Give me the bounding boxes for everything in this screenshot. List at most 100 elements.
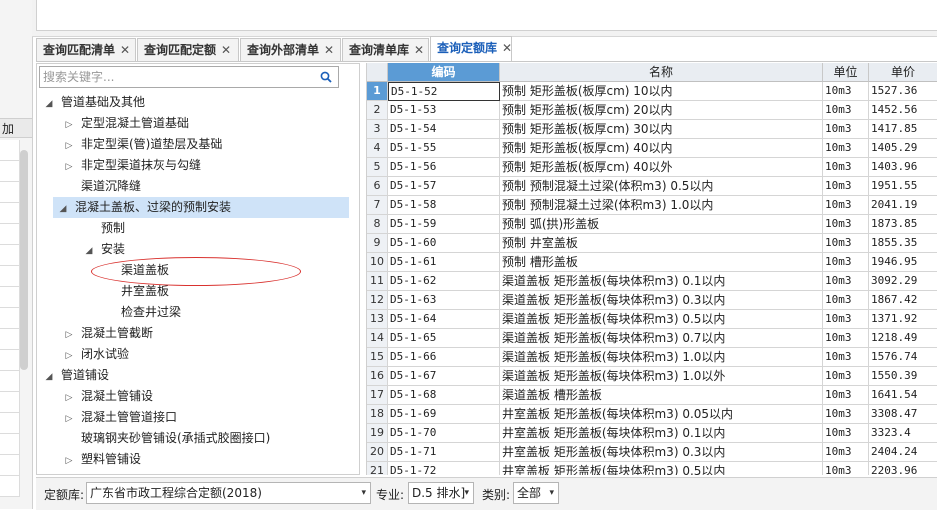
code-cell[interactable]: D5-1-52 <box>388 82 500 101</box>
left-panel-cell[interactable] <box>0 329 20 350</box>
search-icon[interactable] <box>320 71 332 83</box>
name-cell[interactable]: 井室盖板 矩形盖板(每块体积m3) 0.5以内 <box>500 462 823 475</box>
code-cell[interactable]: D5-1-69 <box>388 405 500 424</box>
column-header[interactable]: 单位 <box>823 63 869 82</box>
table-row[interactable]: 10 D5-1-61 预制 槽形盖板 10m3 1946.95 <box>367 253 937 272</box>
left-panel-cell[interactable] <box>0 476 20 497</box>
close-icon[interactable]: ✕ <box>324 43 334 57</box>
name-cell[interactable]: 渠道盖板 矩形盖板(每块体积m3) 1.0以外 <box>500 367 823 386</box>
unit-cell[interactable]: 10m3 <box>823 177 869 196</box>
tree-item[interactable]: ◢ 安装 <box>83 239 125 260</box>
tree-item[interactable]: 预制 <box>83 218 125 239</box>
left-panel-cell[interactable] <box>0 350 20 371</box>
price-cell[interactable]: 3308.47 <box>869 405 937 424</box>
expanded-arrow-icon[interactable]: ◢ <box>43 367 55 388</box>
tree-item[interactable]: ▷ 定型混凝土管道基础 <box>63 113 189 134</box>
name-cell[interactable]: 预制 矩形盖板(板厚cm) 40以外 <box>500 158 823 177</box>
name-cell[interactable]: 预制 矩形盖板(板厚cm) 10以内 <box>500 82 823 101</box>
code-cell[interactable]: D5-1-53 <box>388 101 500 120</box>
table-row[interactable]: 5 D5-1-56 预制 矩形盖板(板厚cm) 40以外 10m3 1403.96 <box>367 158 937 177</box>
left-panel-cell[interactable] <box>0 434 20 455</box>
name-cell[interactable]: 预制 矩形盖板(板厚cm) 30以内 <box>500 120 823 139</box>
left-panel-cell[interactable] <box>0 455 20 476</box>
price-cell[interactable]: 1371.92 <box>869 310 937 329</box>
quota-library-select[interactable]: 广东省市政工程综合定额(2018) ▾ <box>86 482 371 504</box>
code-cell[interactable]: D5-1-54 <box>388 120 500 139</box>
table-row[interactable]: 16 D5-1-67 渠道盖板 矩形盖板(每块体积m3) 1.0以外 10m3 1550… <box>367 367 937 386</box>
name-cell[interactable]: 预制 弧(拱)形盖板 <box>500 215 823 234</box>
code-cell[interactable]: D5-1-59 <box>388 215 500 234</box>
tab-3[interactable]: 查询外部清单 ✕ <box>240 38 341 61</box>
table-row[interactable]: 1 D5-1-52 预制 矩形盖板(板厚cm) 10以内 10m3 1527.36 <box>367 82 937 101</box>
price-cell[interactable]: 1218.49 <box>869 329 937 348</box>
close-icon[interactable]: ✕ <box>502 41 512 55</box>
price-cell[interactable]: 1946.95 <box>869 253 937 272</box>
collapsed-arrow-icon[interactable]: ▷ <box>63 409 75 430</box>
name-cell[interactable]: 井室盖板 矩形盖板(每块体积m3) 0.1以内 <box>500 424 823 443</box>
code-cell[interactable]: D5-1-71 <box>388 443 500 462</box>
price-cell[interactable]: 2203.96 <box>869 462 937 475</box>
collapsed-arrow-icon[interactable]: ▷ <box>63 136 75 157</box>
unit-cell[interactable]: 10m3 <box>823 443 869 462</box>
tree-item[interactable]: 渠道沉降缝 <box>63 176 141 197</box>
table-row[interactable]: 7 D5-1-58 预制 预制混凝土过梁(体积m3) 1.0以内 10m3 2041.1… <box>367 196 937 215</box>
price-cell[interactable]: 1452.56 <box>869 101 937 120</box>
price-cell[interactable]: 1403.96 <box>869 158 937 177</box>
close-icon[interactable]: ✕ <box>120 43 130 57</box>
name-cell[interactable]: 渠道盖板 槽形盖板 <box>500 386 823 405</box>
left-panel-cell[interactable] <box>0 413 20 434</box>
left-panel-cell[interactable] <box>0 371 20 392</box>
table-row[interactable]: 6 D5-1-57 预制 预制混凝土过梁(体积m3) 0.5以内 10m3 1951.5… <box>367 177 937 196</box>
left-panel-cell[interactable] <box>0 266 20 287</box>
code-cell[interactable]: D5-1-61 <box>388 253 500 272</box>
unit-cell[interactable]: 10m3 <box>823 234 869 253</box>
unit-cell[interactable]: 10m3 <box>823 196 869 215</box>
collapsed-arrow-icon[interactable]: ▷ <box>63 388 75 409</box>
unit-cell[interactable]: 10m3 <box>823 310 869 329</box>
unit-cell[interactable]: 10m3 <box>823 120 869 139</box>
table-row[interactable]: 13 D5-1-64 渠道盖板 矩形盖板(每块体积m3) 0.5以内 10m3 1371… <box>367 310 937 329</box>
table-row[interactable]: 21 D5-1-72 井室盖板 矩形盖板(每块体积m3) 0.5以内 10m3 2203… <box>367 462 937 475</box>
tree-item[interactable]: 玻璃钢夹砂管铺设(承插式胶圈接口) <box>63 428 270 449</box>
code-cell[interactable]: D5-1-72 <box>388 462 500 475</box>
price-cell[interactable]: 1527.36 <box>869 82 937 101</box>
unit-cell[interactable]: 10m3 <box>823 291 869 310</box>
unit-cell[interactable]: 10m3 <box>823 272 869 291</box>
name-cell[interactable]: 预制 井室盖板 <box>500 234 823 253</box>
close-icon[interactable]: ✕ <box>414 43 424 57</box>
name-cell[interactable]: 渠道盖板 矩形盖板(每块体积m3) 0.7以内 <box>500 329 823 348</box>
column-header[interactable]: 单价 <box>869 63 937 82</box>
collapsed-arrow-icon[interactable]: ▷ <box>63 451 75 472</box>
price-cell[interactable]: 1641.54 <box>869 386 937 405</box>
price-cell[interactable]: 2404.24 <box>869 443 937 462</box>
tab-4[interactable]: 查询清单库 ✕ <box>342 38 429 61</box>
table-row[interactable]: 4 D5-1-55 预制 矩形盖板(板厚cm) 40以内 10m3 1405.29 <box>367 139 937 158</box>
name-cell[interactable]: 井室盖板 矩形盖板(每块体积m3) 0.05以内 <box>500 405 823 424</box>
price-cell[interactable]: 1405.29 <box>869 139 937 158</box>
left-panel-cell[interactable] <box>0 161 20 182</box>
code-cell[interactable]: D5-1-64 <box>388 310 500 329</box>
table-row[interactable]: 12 D5-1-63 渠道盖板 矩形盖板(每块体积m3) 0.3以内 10m3 1867… <box>367 291 937 310</box>
tab-2[interactable]: 查询匹配定额 ✕ <box>137 38 239 61</box>
major-select[interactable]: D.5 排水] ▾ <box>408 482 474 504</box>
tab-1[interactable]: 查询匹配清单 ✕ <box>36 38 136 61</box>
name-cell[interactable]: 预制 预制混凝土过梁(体积m3) 0.5以内 <box>500 177 823 196</box>
search-input[interactable] <box>43 69 313 85</box>
name-cell[interactable]: 预制 矩形盖板(板厚cm) 40以内 <box>500 139 823 158</box>
price-cell[interactable]: 1855.35 <box>869 234 937 253</box>
left-panel-cell[interactable] <box>0 224 20 245</box>
code-cell[interactable]: D5-1-67 <box>388 367 500 386</box>
unit-cell[interactable]: 10m3 <box>823 424 869 443</box>
table-row[interactable]: 9 D5-1-60 预制 井室盖板 10m3 1855.35 <box>367 234 937 253</box>
column-header[interactable]: 名称 <box>500 63 823 82</box>
price-cell[interactable]: 1417.85 <box>869 120 937 139</box>
table-row[interactable]: 19 D5-1-70 井室盖板 矩形盖板(每块体积m3) 0.1以内 10m3 3323… <box>367 424 937 443</box>
name-cell[interactable]: 渠道盖板 矩形盖板(每块体积m3) 0.3以内 <box>500 291 823 310</box>
unit-cell[interactable]: 10m3 <box>823 158 869 177</box>
unit-cell[interactable]: 10m3 <box>823 82 869 101</box>
close-icon[interactable]: ✕ <box>221 43 231 57</box>
left-panel-cell[interactable] <box>0 308 20 329</box>
name-cell[interactable]: 井室盖板 矩形盖板(每块体积m3) 0.3以内 <box>500 443 823 462</box>
name-cell[interactable]: 渠道盖板 矩形盖板(每块体积m3) 0.5以内 <box>500 310 823 329</box>
search-box[interactable] <box>39 66 339 88</box>
